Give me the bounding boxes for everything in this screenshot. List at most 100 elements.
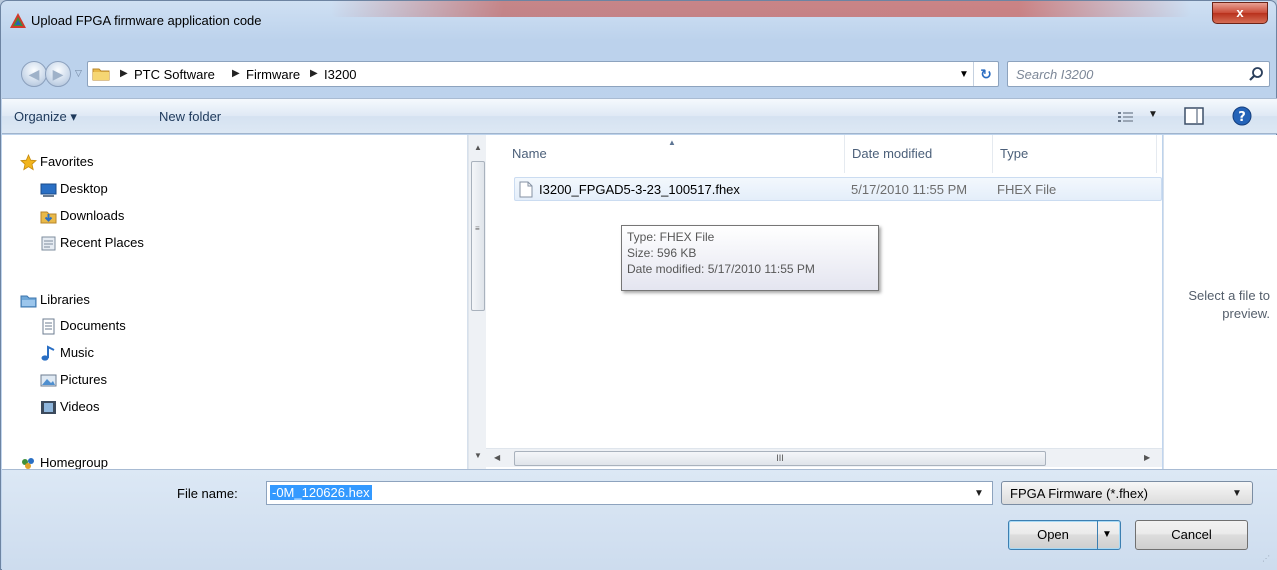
- tooltip-type: Type: FHEX File: [627, 230, 715, 244]
- scroll-grip-icon: ≡: [475, 224, 480, 233]
- preview-pane: Select a file to preview.: [1163, 135, 1277, 469]
- music-icon: [41, 345, 55, 361]
- file-icon: [519, 181, 533, 198]
- search-placeholder: Search I3200: [1016, 67, 1094, 82]
- preview-pane-icon[interactable]: [1184, 107, 1204, 125]
- nav-desktop[interactable]: Desktop: [60, 179, 108, 199]
- svg-text:?: ?: [1238, 110, 1246, 125]
- file-open-dialog: Upload FPGA firmware application code x …: [0, 0, 1277, 570]
- forward-arrow-icon: ▶: [52, 66, 64, 82]
- back-button[interactable]: ◀: [21, 61, 47, 87]
- file-date-modified: 5/17/2010 11:55 PM: [851, 182, 968, 197]
- organize-button[interactable]: Organize ▾: [14, 109, 77, 125]
- title-bar: Upload FPGA firmware application code x: [1, 1, 1276, 39]
- homegroup-icon: [22, 458, 34, 469]
- back-arrow-icon: ◀: [28, 66, 40, 82]
- navigation-scroll-thumb[interactable]: ≡: [471, 161, 485, 311]
- file-type: FHEX File: [997, 182, 1057, 197]
- breadcrumb-i3200[interactable]: I3200: [324, 67, 357, 82]
- file-type-select[interactable]: FPGA Firmware (*.fhex) ▼: [1001, 481, 1253, 505]
- column-divider[interactable]: [992, 135, 993, 173]
- file-name-dropdown-icon[interactable]: ▼: [974, 488, 984, 499]
- horizontal-scroll-thumb[interactable]: III: [514, 451, 1046, 466]
- open-button-label: Open: [1037, 527, 1069, 542]
- view-options-icon[interactable]: [1118, 111, 1134, 123]
- nav-music[interactable]: Music: [60, 343, 94, 363]
- scroll-down-icon[interactable]: ▼: [474, 451, 482, 460]
- preview-message: Select a file to preview.: [1164, 287, 1277, 323]
- refresh-button[interactable]: ↻: [973, 62, 998, 86]
- title-glow: [331, 1, 1191, 17]
- open-options-dropdown-icon[interactable]: ▼: [1102, 521, 1112, 549]
- tooltip-size: Size: 596 KB: [627, 246, 697, 260]
- documents-icon: [42, 318, 55, 335]
- preview-message-line1: Select a file to: [1188, 288, 1270, 303]
- nav-libraries[interactable]: Libraries: [40, 290, 90, 310]
- dialog-footer: File name: -0M_120626.hex ▼ FPGA Firmwar…: [2, 469, 1277, 570]
- column-header-date-modified[interactable]: Date modified: [852, 146, 932, 161]
- window-title: Upload FPGA firmware application code: [31, 13, 262, 28]
- new-folder-button[interactable]: New folder: [159, 109, 221, 124]
- search-box[interactable]: Search I3200: [1007, 61, 1270, 87]
- close-button[interactable]: x: [1212, 2, 1268, 24]
- file-type-dropdown-icon: ▼: [1232, 488, 1242, 499]
- desktop-icon: [40, 183, 57, 197]
- nav-documents[interactable]: Documents: [60, 316, 126, 336]
- scroll-grip-icon: III: [776, 453, 784, 463]
- scroll-left-icon[interactable]: ◀: [494, 453, 500, 462]
- search-icon[interactable]: [1248, 66, 1264, 82]
- file-row[interactable]: I3200_FPGAD5-3-23_100517.fhex 5/17/2010 …: [514, 177, 1162, 201]
- recent-pages-dropdown[interactable]: ▽: [75, 68, 82, 79]
- breadcrumb-separator-icon: ▶: [310, 68, 318, 79]
- open-button[interactable]: Open ▼: [1008, 520, 1121, 550]
- address-bar[interactable]: ▶ PTC Software ▶ Firmware ▶ I3200 ▼ ↻: [87, 61, 999, 87]
- cancel-button-label: Cancel: [1171, 527, 1212, 542]
- favorites-star-icon: [20, 154, 37, 171]
- breadcrumb-ptc-software[interactable]: PTC Software: [134, 67, 215, 82]
- column-header-type[interactable]: Type: [1000, 146, 1028, 161]
- tooltip-date: Date modified: 5/17/2010 11:55 PM: [627, 262, 815, 276]
- file-list-horizontal-scrollbar[interactable]: ◀ III ▶: [486, 448, 1162, 467]
- file-name-label: File name:: [177, 486, 238, 501]
- view-dropdown-icon[interactable]: ▼: [1148, 109, 1158, 120]
- column-divider[interactable]: [844, 135, 845, 173]
- cancel-button[interactable]: Cancel: [1135, 520, 1248, 550]
- refresh-icon: ↻: [980, 66, 992, 82]
- recent-places-icon: [41, 236, 56, 251]
- file-name-input[interactable]: -0M_120626.hex ▼: [266, 481, 993, 505]
- close-icon: x: [1236, 5, 1244, 20]
- breadcrumb-firmware[interactable]: Firmware: [246, 67, 300, 82]
- column-header-name[interactable]: Name: [512, 146, 547, 161]
- breadcrumb-separator-icon: ▶: [120, 68, 128, 79]
- nav-recent-places[interactable]: Recent Places: [60, 233, 144, 253]
- nav-pictures[interactable]: Pictures: [60, 370, 107, 390]
- resize-grip-icon[interactable]: ⋰: [1262, 554, 1270, 563]
- folder-icon: [92, 68, 110, 81]
- nav-homegroup[interactable]: Homegroup: [40, 453, 108, 469]
- column-divider[interactable]: [1156, 135, 1157, 173]
- preview-message-line2: preview.: [1222, 306, 1270, 321]
- nav-videos[interactable]: Videos: [60, 397, 100, 417]
- navigation-pane: Favorites Desktop Downloads Recent Place…: [2, 135, 468, 469]
- libraries-icon: [20, 295, 37, 308]
- file-list-pane: ▲ Name Date modified Type I3200_FPGAD5-3…: [486, 135, 1162, 469]
- file-info-tooltip: Type: FHEX File Size: 596 KB Date modifi…: [621, 225, 879, 291]
- scroll-right-icon[interactable]: ▶: [1144, 453, 1150, 462]
- nav-downloads[interactable]: Downloads: [60, 206, 124, 226]
- open-button-divider: [1097, 521, 1098, 549]
- breadcrumb-separator-icon: ▶: [232, 68, 240, 79]
- pictures-icon: [40, 374, 57, 387]
- scroll-up-icon[interactable]: ▲: [474, 143, 482, 152]
- app-icon: [10, 13, 26, 28]
- videos-icon: [41, 401, 56, 414]
- command-toolbar: Organize ▾ New folder ▼ ?: [2, 98, 1277, 134]
- sort-ascending-icon: ▲: [668, 138, 676, 147]
- forward-button[interactable]: ▶: [45, 61, 71, 87]
- nav-favorites[interactable]: Favorites: [40, 152, 93, 172]
- address-dropdown-icon[interactable]: ▼: [959, 69, 969, 80]
- help-icon[interactable]: ?: [1232, 106, 1252, 126]
- file-name: I3200_FPGAD5-3-23_100517.fhex: [539, 182, 740, 197]
- file-type-value: FPGA Firmware (*.fhex): [1010, 486, 1148, 501]
- navigation-scrollbar[interactable]: ▲ ≡ ▼: [468, 135, 486, 469]
- file-name-value: -0M_120626.hex: [270, 485, 372, 500]
